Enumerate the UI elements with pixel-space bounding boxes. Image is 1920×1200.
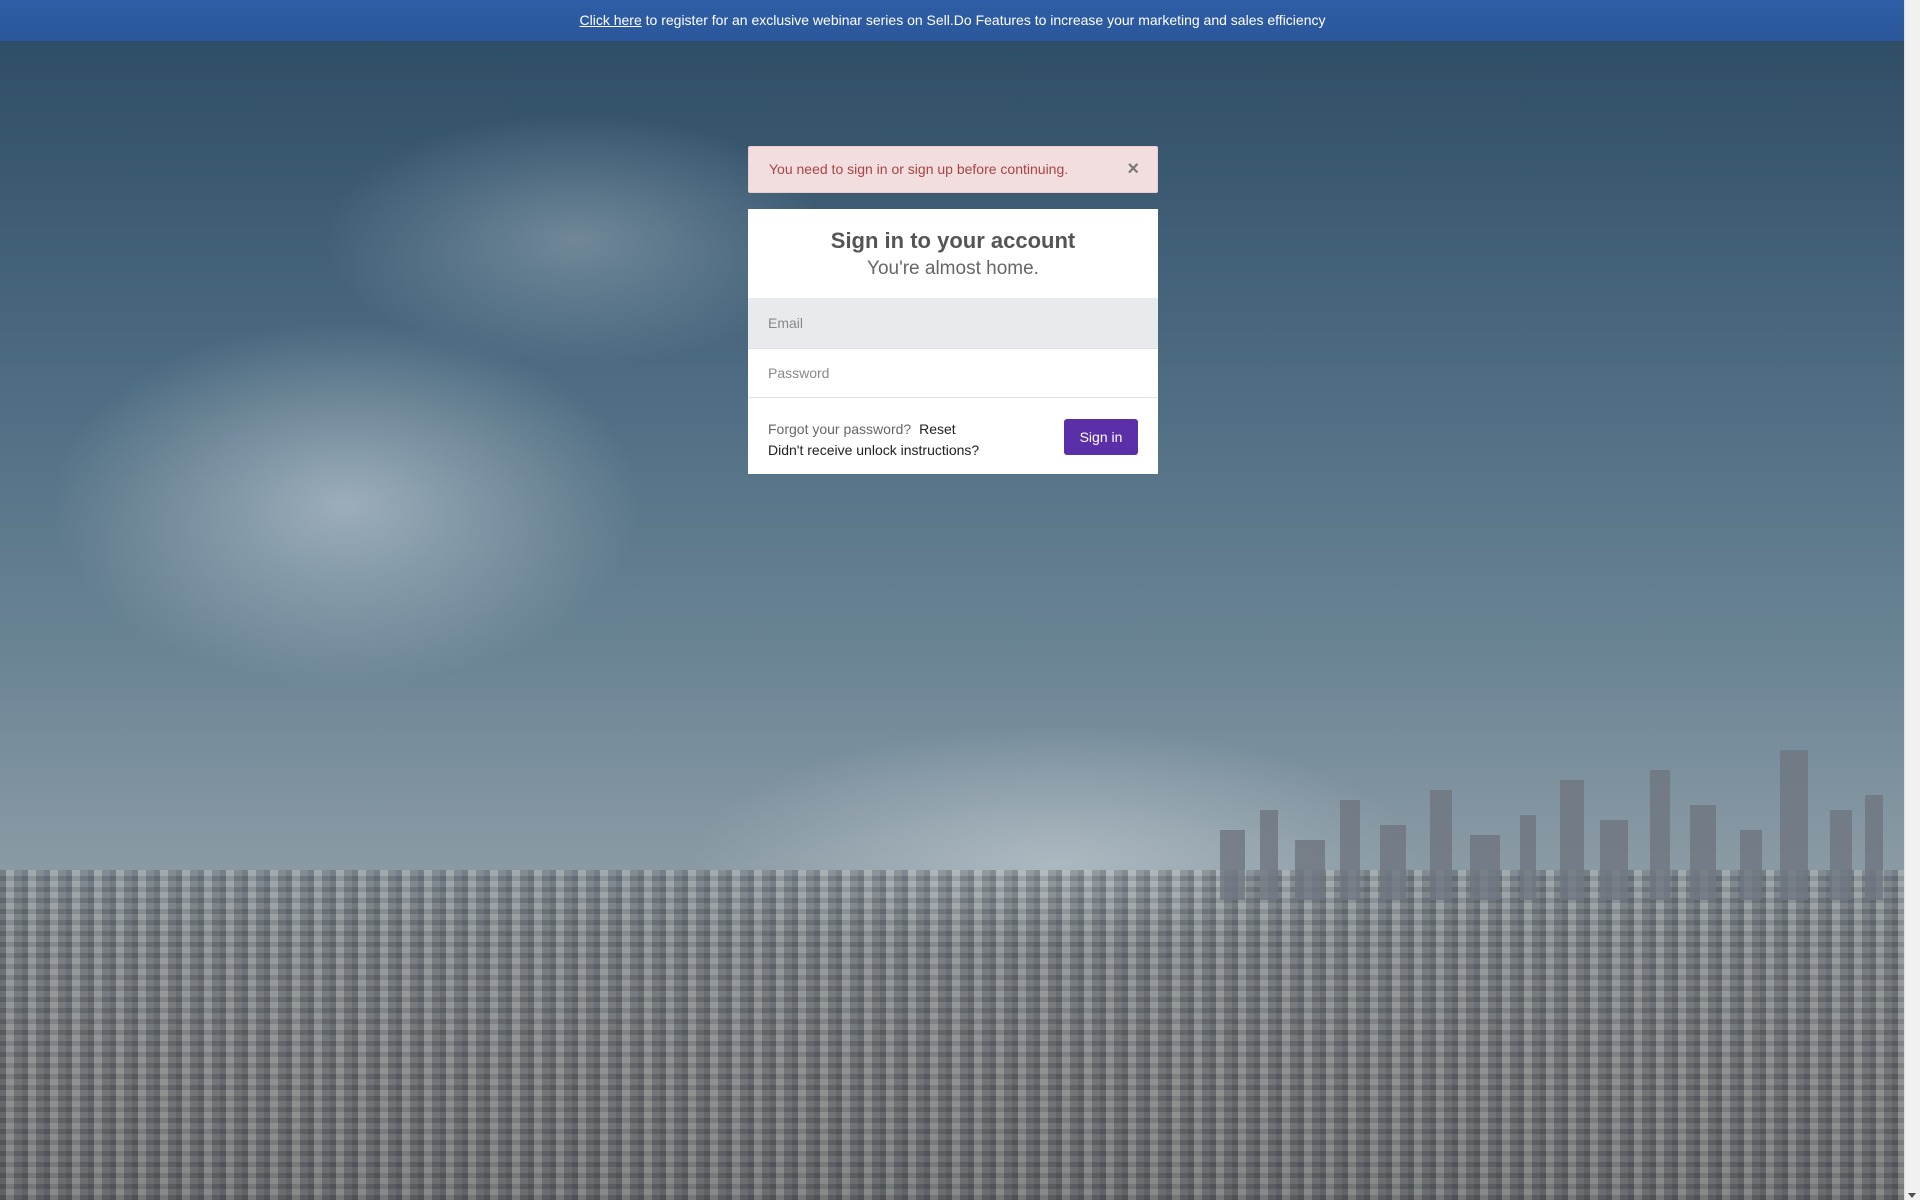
login-card-footer: Forgot your password? Reset Didn't recei… xyxy=(748,398,1158,474)
login-card: Sign in to your account You're almost ho… xyxy=(748,209,1158,474)
password-input[interactable] xyxy=(748,348,1158,398)
alert-close-icon[interactable]: × xyxy=(1127,147,1139,192)
background-cityscape xyxy=(0,750,1920,1200)
email-input[interactable] xyxy=(748,298,1158,348)
login-subtitle: You're almost home. xyxy=(867,258,1039,279)
alert-message: You need to sign in or sign up before co… xyxy=(769,161,1069,177)
sign-in-button[interactable]: Sign in xyxy=(1064,419,1138,455)
sign-in-required-alert: You need to sign in or sign up before co… xyxy=(748,146,1158,193)
vertical-scrollbar[interactable] xyxy=(1904,0,1920,1200)
webinar-banner-text: to register for an exclusive webinar ser… xyxy=(641,12,1326,28)
login-card-header: Sign in to your account You're almost ho… xyxy=(748,209,1158,298)
unlock-instructions-link[interactable]: Didn't receive unlock instructions? xyxy=(768,442,979,458)
login-title: Sign in to your account xyxy=(830,228,1076,253)
account-help-links: Forgot your password? Reset Didn't recei… xyxy=(768,419,979,461)
scroll-down-arrow-icon[interactable] xyxy=(1908,1193,1916,1198)
forgot-password-text: Forgot your password? xyxy=(768,421,912,437)
sign-in-page: { "banner": { "link_text": "Click here",… xyxy=(0,0,1920,1200)
reset-password-link[interactable]: Reset xyxy=(919,421,956,437)
skyline-silhouette xyxy=(1220,750,1883,900)
webinar-banner: Click here to register for an exclusive … xyxy=(0,0,1905,41)
webinar-register-link[interactable]: Click here xyxy=(580,12,642,28)
